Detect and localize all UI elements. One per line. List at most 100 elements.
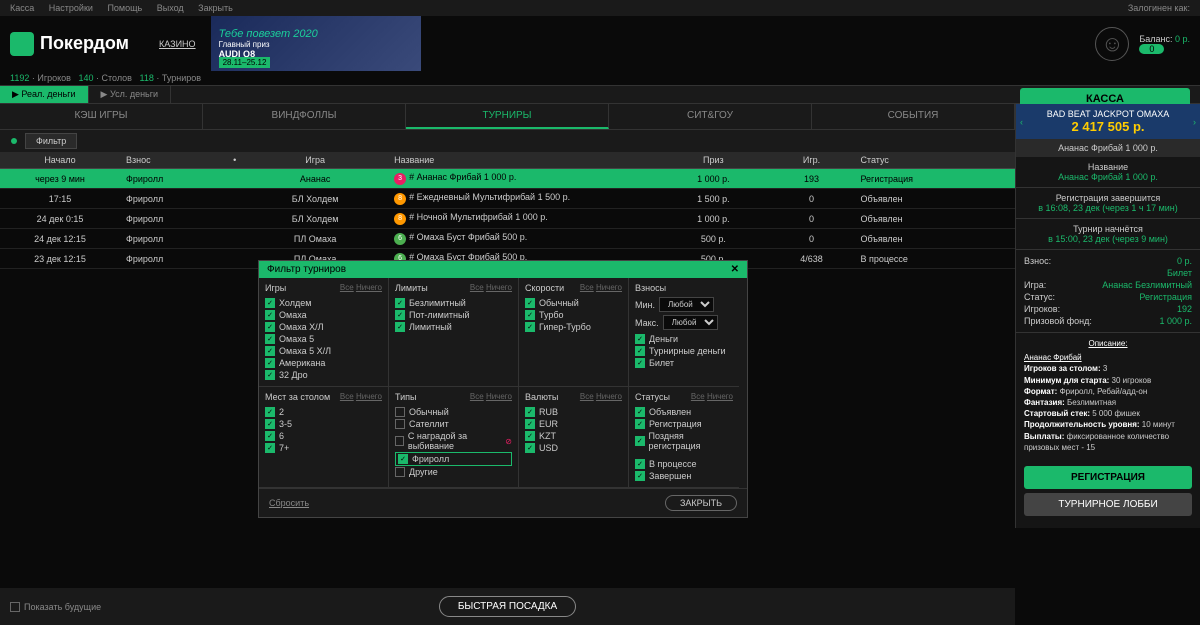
jackpot-prev-icon[interactable]: ‹ [1020,117,1023,127]
register-button[interactable]: РЕГИСТРАЦИЯ [1024,466,1192,489]
sb-desc-name: Ананас Фрибай [1024,352,1192,363]
filter-checkbox[interactable]: ✓Обычный [525,297,622,309]
tab-events[interactable]: СОБЫТИЯ [812,104,1015,129]
banner-dates: 28.11–25.12 [219,57,271,68]
tab-windfalls[interactable]: ВИНДФОЛЛЫ [203,104,406,129]
filter-modal: Фильтр турниров ✕ ИгрыВсе Ничего✓Холдем✓… [258,260,748,518]
filter-checkbox[interactable]: ✓7+ [265,442,382,454]
table-row[interactable]: через 9 минФрироллАнанас3# Ананас Фрибай… [0,169,1015,189]
filter-checkbox[interactable]: ✓USD [525,442,622,454]
banner-sub: Главный приз [219,40,421,49]
col-start[interactable]: Начало [0,152,120,169]
filter-checkbox[interactable]: ✓Регистрация [635,418,733,430]
min-stake-select[interactable]: Любой [659,297,714,312]
tab-real-money[interactable]: ▶ Реал. деньги [0,86,89,103]
filter-checkbox[interactable]: ✓Пот-лимитный [395,309,512,321]
filter-checkbox[interactable]: ✓Объявлен [635,406,733,418]
filter-checkbox[interactable]: ✓EUR [525,418,622,430]
casino-link[interactable]: КАЗИНО [159,39,196,49]
filter-checkbox[interactable]: Обычный [395,406,512,418]
sb-desc-title: Описание: [1024,338,1192,349]
filter-button[interactable]: Фильтр [25,133,77,149]
filter-checkbox[interactable]: ✓В процессе [635,458,733,470]
stats-row: 1192 · Игроков 140 · Столов 118 · Турнир… [0,71,1200,85]
tab-tournaments[interactable]: ТУРНИРЫ [406,104,609,129]
sb-regend-value: в 16:08, 23 дек (через 1 ч 17 мин) [1024,203,1192,213]
sidebar-tournament-title: Ананас Фрибай 1 000 р. [1016,139,1200,157]
col-players[interactable]: Игр. [769,152,855,169]
menu-help[interactable]: Помощь [107,3,142,13]
filter-checkbox[interactable]: ✓Холдем [265,297,382,309]
tournament-lobby-button[interactable]: ТУРНИРНОЕ ЛОББИ [1024,493,1192,516]
filter-checkbox[interactable]: ✓Омаха Х/Л [265,321,382,333]
filter-checkbox[interactable]: ✓Омаха [265,309,382,321]
tab-play-money[interactable]: ▶ Усл. деньги [89,86,172,103]
filter-checkbox[interactable]: ✓Безлимитный [395,297,512,309]
filter-checkbox[interactable]: ✓Билет [635,357,733,369]
filter-checkbox[interactable]: С наградой за выбивание ⊘ [395,430,512,452]
banner-title: Тебе повезет 2020 [219,28,421,40]
filter-checkbox[interactable]: ✓Турбо [525,309,622,321]
menu-close[interactable]: Закрыть [198,3,233,13]
details-sidebar: ‹ BAD BEAT JACKPOT ОМАХА 2 417 505 р. › … [1015,104,1200,528]
avatar[interactable]: ☺ [1095,27,1129,61]
menu-settings[interactable]: Настройки [49,3,93,13]
promo-banner[interactable]: Тебе повезет 2020 Главный приз AUDI Q8 2… [211,16,421,71]
col-status[interactable]: Статус [854,152,1015,169]
col-buyin[interactable]: Взнос • [120,152,242,169]
table-row[interactable]: 24 дек 0:15ФрироллБЛ Холдем8# Ночной Мул… [0,209,1015,229]
table-row[interactable]: 17:15ФрироллБЛ Холдем8# Ежедневный Мульт… [0,189,1015,209]
checkbox-icon [10,602,20,612]
close-filters-button[interactable]: ЗАКРЫТЬ [665,495,737,511]
modal-title: Фильтр турниров [267,264,346,275]
balance-pill: 0 [1139,44,1164,54]
filter-checkbox[interactable]: ✓Завершен [635,470,733,482]
top-menubar: Касса Настройки Помощь Выход Закрыть Зал… [0,0,1200,16]
bottom-bar: Показать будущие БЫСТРАЯ ПОСАДКА [0,588,1015,625]
balance-value: 0 р. [1175,34,1190,44]
filter-checkbox[interactable]: Другие [395,466,512,478]
filter-checkbox[interactable]: ✓Поздняя регистрация [635,430,733,452]
logged-as-label: Залогинен как: [1128,3,1190,13]
logo[interactable]: Покердом [10,32,129,56]
filter-checkbox[interactable]: Сателлит [395,418,512,430]
logo-icon [10,32,34,56]
sb-start-label: Турнир начнётся [1024,224,1192,234]
modal-close-icon[interactable]: ✕ [731,264,739,275]
menu-kassa[interactable]: Касса [10,3,34,13]
filter-checkbox[interactable]: ✓Омаха 5 [265,333,382,345]
status-dot-icon [11,138,17,144]
max-stake-select[interactable]: Любой [663,315,718,330]
tab-cash[interactable]: КЭШ ИГРЫ [0,104,203,129]
filter-checkbox[interactable]: ✓KZT [525,430,622,442]
fast-seat-button[interactable]: БЫСТРАЯ ПОСАДКА [439,596,576,617]
show-future-checkbox[interactable]: Показать будущие [10,602,101,612]
reset-filters-link[interactable]: Сбросить [269,498,309,508]
filter-checkbox[interactable]: ✓Деньги [635,333,733,345]
filter-checkbox[interactable]: ✓Гипер-Турбо [525,321,622,333]
jackpot-banner[interactable]: ‹ BAD BEAT JACKPOT ОМАХА 2 417 505 р. › [1016,104,1200,139]
menu-exit[interactable]: Выход [157,3,184,13]
game-tabs: КЭШ ИГРЫ ВИНДФОЛЛЫ ТУРНИРЫ СИТ&ГОУ СОБЫТ… [0,104,1015,130]
filter-checkbox[interactable]: ✓Фриролл [395,452,512,466]
filter-checkbox[interactable]: ✓Американа [265,357,382,369]
table-row[interactable]: 24 дек 12:15ФрироллПЛ Омаха6# Омаха Буст… [0,229,1015,249]
filter-checkbox[interactable]: ✓Лимитный [395,321,512,333]
sb-name-value: Ананас Фрибай 1 000 р. [1024,172,1192,182]
filter-checkbox[interactable]: ✓Омаха 5 Х/Л [265,345,382,357]
filter-checkbox[interactable]: ✓3-5 [265,418,382,430]
sb-regend-label: Регистрация завершится [1024,193,1192,203]
filter-checkbox[interactable]: ✓6 [265,430,382,442]
filter-checkbox[interactable]: ✓2 [265,406,382,418]
col-name[interactable]: Название [388,152,658,169]
jackpot-next-icon[interactable]: › [1193,117,1196,127]
filter-checkbox[interactable]: ✓Турнирные деньги [635,345,733,357]
filter-checkbox[interactable]: ✓32 Дро [265,369,382,381]
col-prize[interactable]: Приз [658,152,769,169]
balance-label: Баланс: [1139,34,1172,44]
filter-checkbox[interactable]: ✓RUB [525,406,622,418]
col-game[interactable]: Игра [242,152,388,169]
sb-start-value: в 15:00, 23 дек (через 9 мин) [1024,234,1192,244]
jackpot-amount: 2 417 505 р. [1021,119,1195,134]
tab-sitngo[interactable]: СИТ&ГОУ [609,104,812,129]
